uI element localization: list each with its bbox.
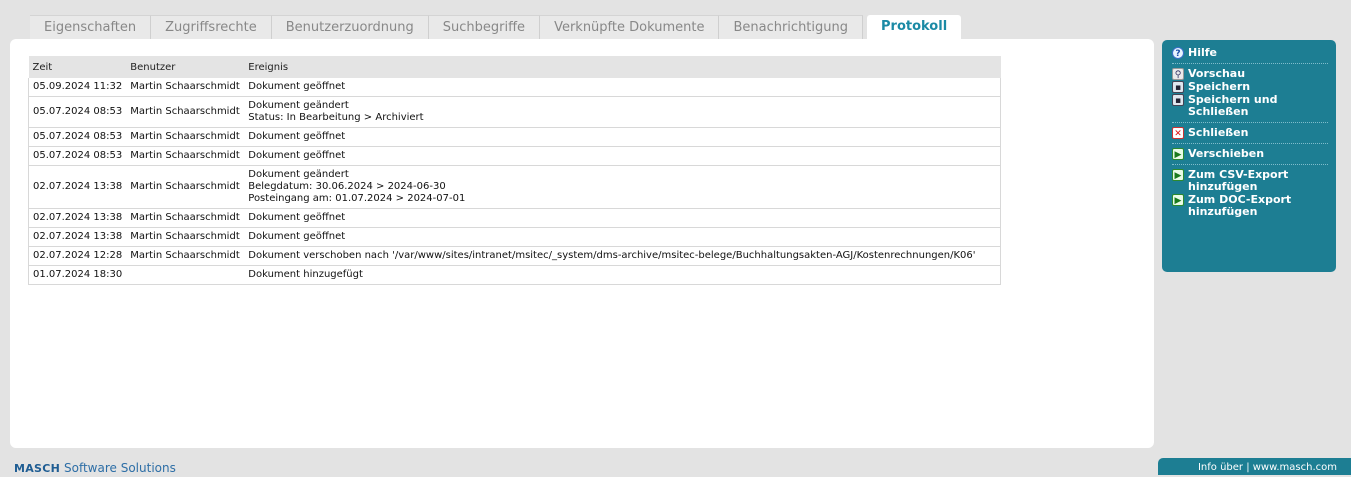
help-label: Hilfe <box>1188 46 1217 59</box>
cell-time: 02.07.2024 13:38 <box>28 165 127 209</box>
save-button[interactable]: ▪ Speichern <box>1172 81 1328 93</box>
table-row: 05.07.2024 08:53 Martin Schaarschmidt Doku… <box>28 127 1002 147</box>
tab-benutzerzuordnung[interactable]: Benutzerzuordnung <box>271 15 429 39</box>
col-header-user: Benutzer <box>126 56 245 78</box>
cell-time: 05.07.2024 08:53 <box>28 127 127 147</box>
event-line: Dokument geändert <box>248 169 349 180</box>
export-add-icon: ▶ <box>1172 169 1184 181</box>
cell-user: Martin Schaarschmidt <box>126 127 245 147</box>
floppy-disk-icon: ▪ <box>1172 94 1184 106</box>
brand-logo: MASCH Software Solutions <box>14 461 176 475</box>
tab-bar: Eigenschaften Zugriffsrechte Benutzerzuord… <box>30 15 962 39</box>
cell-user: Martin Schaarschmidt <box>126 208 245 228</box>
cell-user: Martin Schaarschmidt <box>126 227 245 247</box>
tab-protokoll[interactable]: Protokoll <box>867 15 962 39</box>
event-line: Belegdatum: 30.06.2024 > 2024-06-30 <box>248 181 446 192</box>
divider <box>1172 122 1328 123</box>
protocol-table: Zeit Benutzer Ereignis 05.09.2024 11:32 M… <box>28 56 1002 285</box>
help-icon: ? <box>1172 47 1184 59</box>
close-x-icon: ✕ <box>1172 127 1184 139</box>
cell-event: Dokument hinzugefügt <box>244 265 1002 285</box>
divider <box>1172 63 1328 64</box>
table-header-row: Zeit Benutzer Ereignis <box>28 56 1001 78</box>
cell-user: Martin Schaarschmidt <box>126 165 245 209</box>
tab-verkn-pfte-dokumente[interactable]: Verknüpfte Dokumente <box>540 15 720 39</box>
csv-export-button[interactable]: ▶ Zum CSV-Export hinzufügen <box>1172 169 1328 193</box>
tab-suchbegriffe[interactable]: Suchbegriffe <box>428 15 541 39</box>
cell-event: Dokument geöffnet <box>244 127 1002 147</box>
brand-tagline: Software Solutions <box>64 461 176 475</box>
cell-user: Martin Schaarschmidt <box>126 96 245 128</box>
table-row: 05.07.2024 08:53 Martin Schaarschmidt Doku… <box>28 146 1002 166</box>
move-label: Verschieben <box>1188 147 1265 160</box>
save-and-close-label: Speichern und Schließen <box>1188 93 1278 118</box>
cell-time: 05.07.2024 08:53 <box>28 146 127 166</box>
event-line: Dokument geöffnet <box>248 81 346 92</box>
table-row: 02.07.2024 13:38 Martin Schaarschmidt Doku… <box>28 165 1002 209</box>
tab-benachrichtigung[interactable]: Benachrichtigung <box>719 15 863 39</box>
event-line: Dokument hinzugefügt <box>248 269 363 280</box>
cell-time: 02.07.2024 12:28 <box>28 246 127 266</box>
cell-event: Dokument geändert Belegdatum: 30.06.2024 … <box>244 165 1002 209</box>
save-label: Speichern <box>1188 80 1251 93</box>
cell-time: 01.07.2024 18:30 <box>28 265 127 285</box>
magnifier-icon: ⚲ <box>1172 68 1184 80</box>
event-line: Dokument geändert <box>248 100 349 111</box>
table-row: 05.09.2024 11:32 Martin Schaarschmidt Doku… <box>28 78 1002 97</box>
brand-name: MASCH <box>14 462 61 475</box>
move-button[interactable]: ▶ Verschieben <box>1172 148 1328 160</box>
csv-export-label: Zum CSV-Export hinzufügen <box>1188 168 1289 193</box>
arrow-right-icon: ▶ <box>1172 148 1184 160</box>
divider <box>1172 143 1328 144</box>
preview-button[interactable]: ⚲ Vorschau <box>1172 68 1328 80</box>
divider <box>1172 164 1328 165</box>
table-row: 02.07.2024 13:38 Martin Schaarschmidt Doku… <box>28 227 1002 247</box>
cell-time: 05.09.2024 11:32 <box>28 78 127 97</box>
event-line: Posteingang am: 01.07.2024 > 2024-07-01 <box>248 193 466 204</box>
cell-event: Dokument geöffnet <box>244 208 1002 228</box>
doc-export-button[interactable]: ▶ Zum DOC-Export hinzufügen <box>1172 194 1328 218</box>
action-sidebar: ? Hilfe ⚲ Vorschau ▪ Speichern ▪ Speiche… <box>1162 40 1336 272</box>
cell-user <box>126 265 245 285</box>
doc-export-label: Zum DOC-Export hinzufügen <box>1188 193 1292 218</box>
save-and-close-button[interactable]: ▪ Speichern und Schließen <box>1172 94 1328 118</box>
event-line: Dokument geöffnet <box>248 231 346 242</box>
cell-time: 02.07.2024 13:38 <box>28 208 127 228</box>
help-button[interactable]: ? Hilfe <box>1172 47 1328 59</box>
tab-eigenschaften[interactable]: Eigenschaften <box>30 15 152 39</box>
preview-label: Vorschau <box>1188 67 1246 80</box>
export-add-icon: ▶ <box>1172 194 1184 206</box>
cell-event: Dokument geöffnet <box>244 227 1002 247</box>
cell-event: Dokument geändert Status: In Bearbeitung … <box>244 96 1002 128</box>
cell-event: Dokument verschoben nach '/var/www/sites… <box>244 246 1002 266</box>
cell-time: 02.07.2024 13:38 <box>28 227 127 247</box>
table-row: 05.07.2024 08:53 Martin Schaarschmidt Doku… <box>28 96 1002 128</box>
cell-event: Dokument geöffnet <box>244 78 1002 97</box>
table-row: 02.07.2024 13:38 Martin Schaarschmidt Doku… <box>28 208 1002 228</box>
table-row: 02.07.2024 12:28 Martin Schaarschmidt Doku… <box>28 246 1002 266</box>
event-line: Dokument verschoben nach '/var/www/sites… <box>248 250 976 261</box>
col-header-event: Ereignis <box>244 56 1001 78</box>
footer-info-link[interactable]: Info über | www.masch.com <box>1158 458 1351 475</box>
event-line: Dokument geöffnet <box>248 212 346 223</box>
col-header-time: Zeit <box>28 56 127 78</box>
table-row: 01.07.2024 18:30 Dokument hinzugefügt <box>28 265 1002 285</box>
cell-event: Dokument geöffnet <box>244 146 1002 166</box>
cell-user: Martin Schaarschmidt <box>126 146 245 166</box>
floppy-disk-icon: ▪ <box>1172 81 1184 93</box>
cell-user: Martin Schaarschmidt <box>126 246 245 266</box>
cell-time: 05.07.2024 08:53 <box>28 96 127 128</box>
close-button[interactable]: ✕ Schließen <box>1172 127 1328 139</box>
event-line: Dokument geöffnet <box>248 131 346 142</box>
cell-user: Martin Schaarschmidt <box>126 78 245 97</box>
event-line: Status: In Bearbeitung > Archiviert <box>248 112 424 123</box>
protocol-panel: Zeit Benutzer Ereignis 05.09.2024 11:32 M… <box>10 39 1154 448</box>
close-label: Schließen <box>1188 126 1249 139</box>
tab-zugriffsrechte[interactable]: Zugriffsrechte <box>151 15 272 39</box>
event-line: Dokument geöffnet <box>248 150 346 161</box>
